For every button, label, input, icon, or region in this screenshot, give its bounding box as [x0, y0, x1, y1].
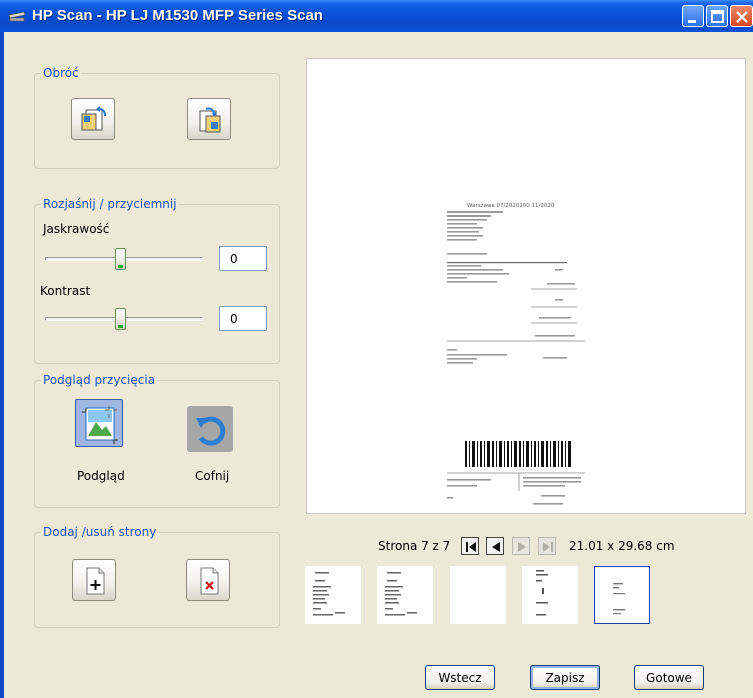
page-thumbnail-5[interactable]: [594, 566, 650, 624]
crop-preview-label: Podgląd: [77, 469, 125, 483]
add-page-button[interactable]: [72, 559, 116, 601]
contrast-slider-thumb[interactable]: [115, 308, 126, 330]
rotate-right-icon: [199, 107, 221, 133]
minimize-button[interactable]: [682, 5, 704, 27]
brightness-contrast-legend: Rozjaśnij / przyciemnij: [41, 197, 179, 211]
undo-icon: [196, 416, 226, 446]
preview-header-text: Warszawa 07/2020200 11/2020: [467, 203, 555, 209]
next-page-button[interactable]: [512, 537, 530, 555]
rotate-group: Obróć: [34, 66, 280, 169]
next-page-icon: [518, 542, 526, 552]
brightness-contrast-group: Rozjaśnij / przyciemnij Jaskrawość 0 Kon…: [34, 197, 280, 364]
undo-label: Cofnij: [195, 469, 230, 483]
first-page-icon: [466, 542, 476, 552]
scanner-app-icon: [8, 11, 26, 22]
brightness-input[interactable]: 0: [219, 246, 267, 271]
scan-preview[interactable]: Warszawa 07/2020200 11/2020: [306, 58, 746, 514]
page-thumbnail-2[interactable]: [377, 566, 433, 624]
close-icon: [736, 11, 748, 23]
scanned-document-preview: Warszawa 07/2020200 11/2020: [447, 203, 585, 505]
crop-preview-button[interactable]: [75, 399, 123, 447]
scan-window: HP Scan - HP LJ M1530 MFP Series Scan Ob…: [0, 0, 753, 698]
remove-page-icon: [200, 567, 219, 595]
contrast-label: Kontrast: [40, 284, 91, 298]
brightness-slider-thumb[interactable]: [115, 248, 126, 270]
rotate-legend: Obróć: [41, 66, 81, 80]
add-remove-pages-group: Dodaj /usuń strony: [34, 525, 280, 628]
contrast-input[interactable]: 0: [219, 306, 267, 331]
rotate-left-button[interactable]: [71, 98, 115, 140]
back-button[interactable]: Wstecz: [425, 665, 495, 690]
client-area: Obróć Rozjaśnij / przyciemnij Jaskrawość…: [4, 32, 753, 698]
maximize-button[interactable]: [706, 5, 728, 27]
window-title: HP Scan - HP LJ M1530 MFP Series Scan: [32, 7, 323, 24]
add-page-icon: [86, 567, 105, 595]
barcode: [465, 441, 571, 467]
thumbnail-page-image: [613, 583, 625, 615]
title-bar[interactable]: HP Scan - HP LJ M1530 MFP Series Scan: [0, 0, 753, 32]
previous-page-icon: [492, 542, 500, 552]
crop-preview-icon: [82, 406, 118, 444]
thumbnail-page-image: [536, 570, 548, 616]
crop-preview-legend: Podgląd przycięcia: [41, 373, 158, 387]
close-button[interactable]: [730, 5, 753, 27]
thumbnail-page-image: [313, 572, 345, 616]
page-indicator: Strona 7 z 7: [378, 539, 451, 553]
page-size-text: 21.01 x 29.68 cm: [569, 539, 675, 553]
last-page-icon: [543, 542, 553, 552]
page-thumbnail-4[interactable]: [522, 566, 578, 624]
thumbnail-page-image: [385, 572, 417, 616]
remove-page-button[interactable]: [186, 559, 230, 601]
last-page-button[interactable]: [538, 537, 556, 555]
crop-preview-group: Podgląd przycięcia Podgląd Cofnij: [34, 373, 280, 508]
add-remove-pages-legend: Dodaj /usuń strony: [41, 525, 159, 539]
page-thumbnail-1[interactable]: [305, 566, 361, 624]
brightness-label: Jaskrawość: [43, 222, 110, 236]
minimize-icon: [688, 20, 696, 23]
rotate-left-icon: [81, 106, 106, 131]
save-button[interactable]: Zapisz: [530, 665, 600, 690]
done-button[interactable]: Gotowe: [634, 665, 704, 690]
maximize-icon: [711, 10, 724, 23]
undo-button[interactable]: [187, 406, 233, 452]
previous-page-button[interactable]: [486, 537, 504, 555]
first-page-button[interactable]: [461, 537, 479, 555]
page-thumbnail-3[interactable]: [450, 566, 506, 624]
rotate-right-button[interactable]: [187, 98, 231, 140]
